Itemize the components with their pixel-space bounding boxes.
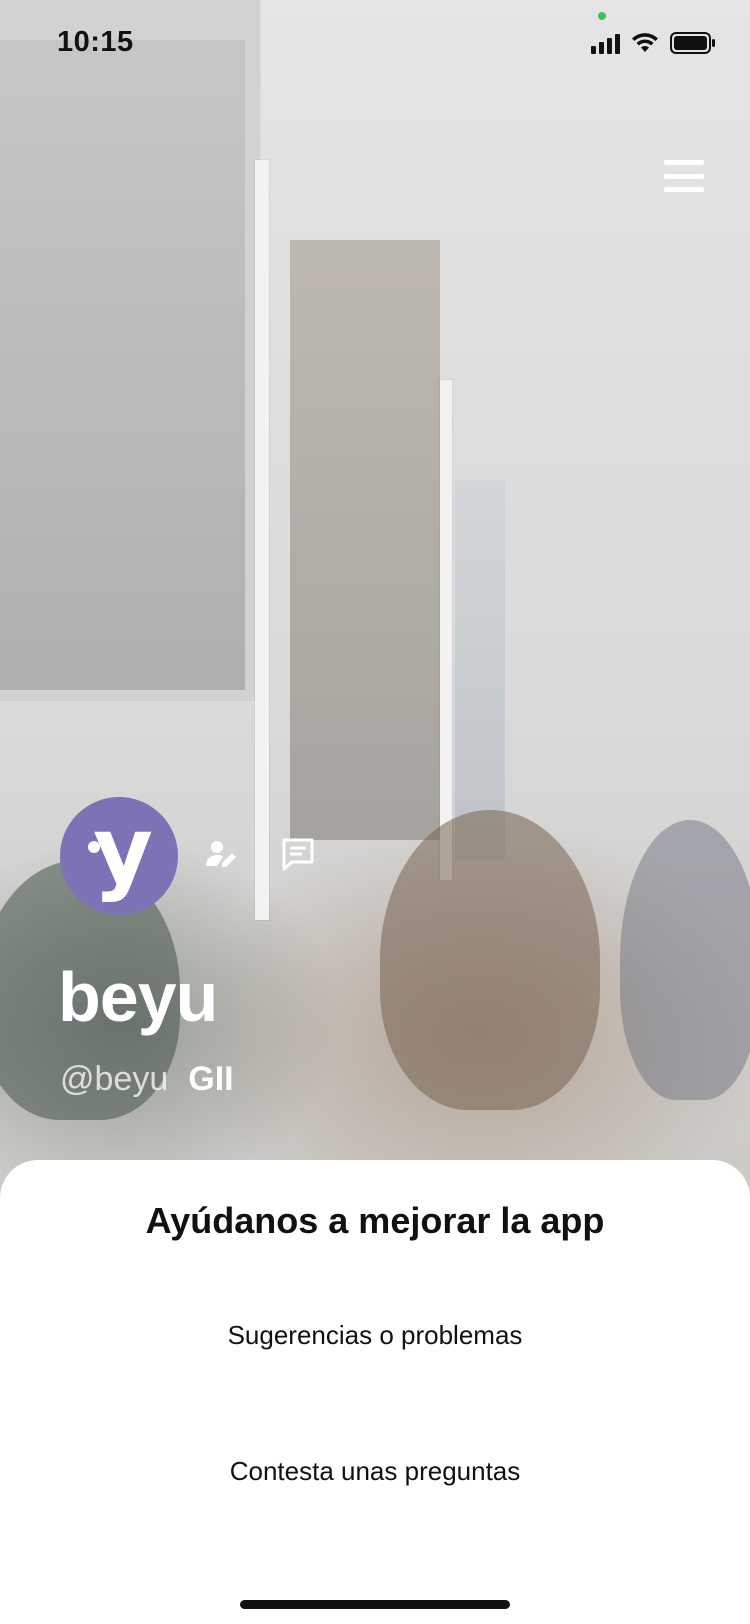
profile-tag: GII xyxy=(188,1060,234,1098)
edit-profile-icon[interactable] xyxy=(204,838,238,872)
status-bar: 10:15 xyxy=(0,0,750,90)
avatar[interactable]: y xyxy=(60,797,178,915)
avatar-dot xyxy=(88,841,100,853)
profile-name: beyu xyxy=(58,958,218,1036)
battery-icon xyxy=(670,32,715,54)
profile-handle-row: @beyu GII xyxy=(60,1060,234,1099)
home-indicator[interactable] xyxy=(240,1600,510,1609)
hamburger-menu-icon[interactable] xyxy=(664,160,704,192)
chat-icon[interactable] xyxy=(280,836,316,872)
sheet-title: Ayúdanos a mejorar la app xyxy=(145,1200,605,1241)
cellular-signal-icon xyxy=(591,32,620,54)
profile-handle: @beyu xyxy=(60,1060,169,1098)
avatar-letter: y xyxy=(93,797,153,904)
option-suggestions-problems[interactable]: Sugerencias o problemas xyxy=(0,1320,750,1351)
option-answer-questions[interactable]: Contesta unas preguntas xyxy=(0,1456,750,1487)
status-time: 10:15 xyxy=(57,26,134,58)
privacy-indicator-icon xyxy=(598,12,606,20)
feedback-bottom-sheet: Ayúdanos a mejorar la app Sugerencias o … xyxy=(0,1160,750,1624)
wifi-icon xyxy=(632,33,658,52)
